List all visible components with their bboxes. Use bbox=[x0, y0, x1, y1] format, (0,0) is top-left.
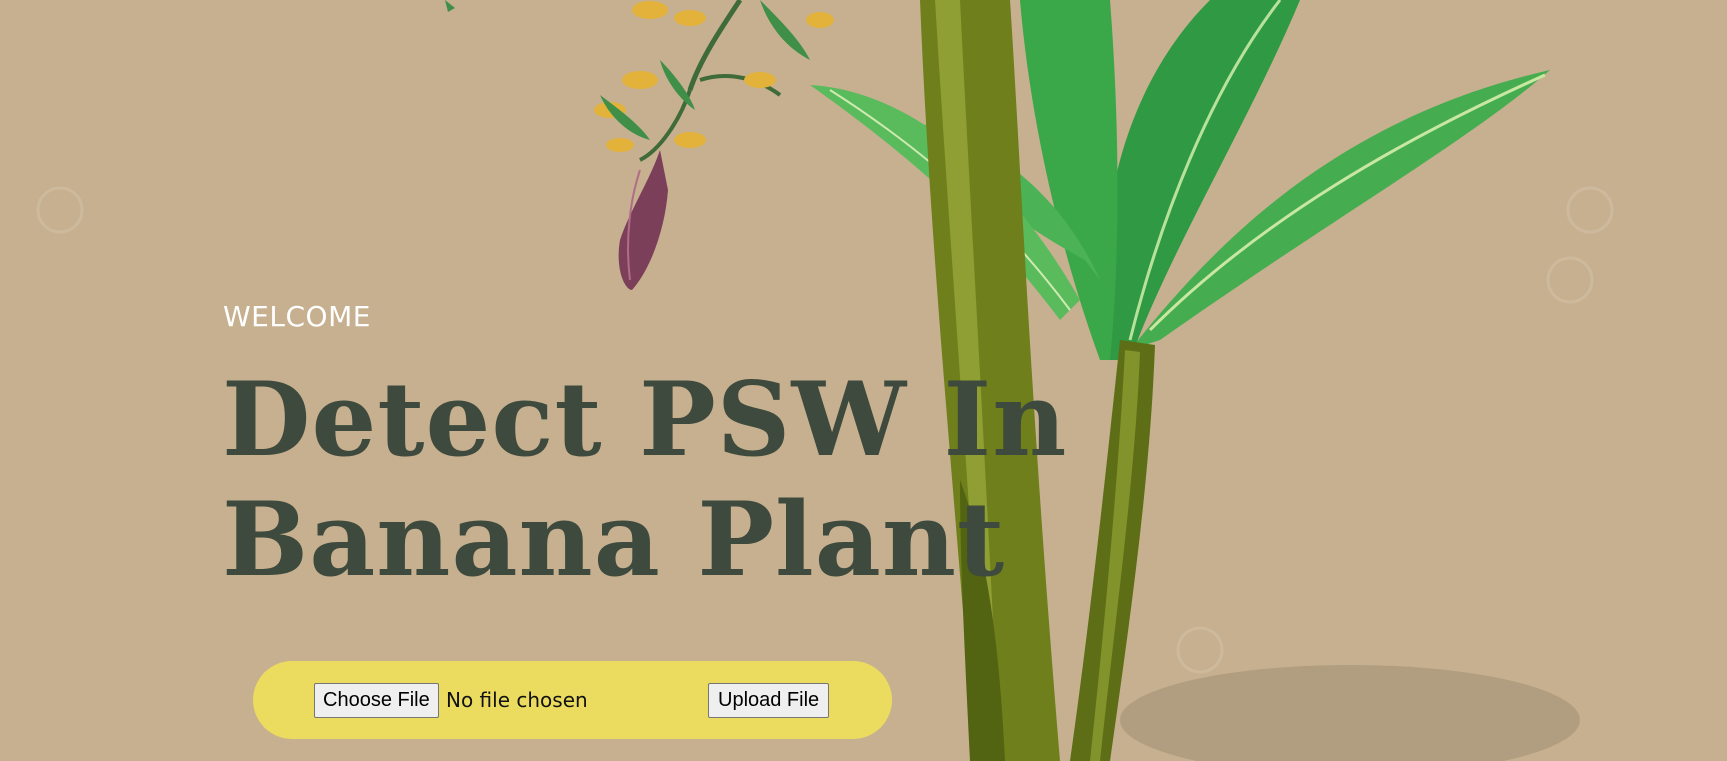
banana-flower bbox=[445, 0, 834, 290]
page-title: Detect PSW In Banana Plant bbox=[222, 360, 1122, 600]
title-line-1: Detect PSW In bbox=[222, 360, 1068, 480]
title-line-2: Banana Plant bbox=[222, 480, 1006, 600]
file-status-text: No file chosen bbox=[446, 688, 588, 712]
leaves bbox=[810, 0, 1550, 360]
ground-shadow bbox=[1120, 665, 1580, 761]
choose-file-button[interactable]: Choose File bbox=[314, 683, 439, 718]
welcome-label: WELCOME bbox=[223, 300, 371, 333]
upload-file-button[interactable]: Upload File bbox=[708, 683, 830, 718]
